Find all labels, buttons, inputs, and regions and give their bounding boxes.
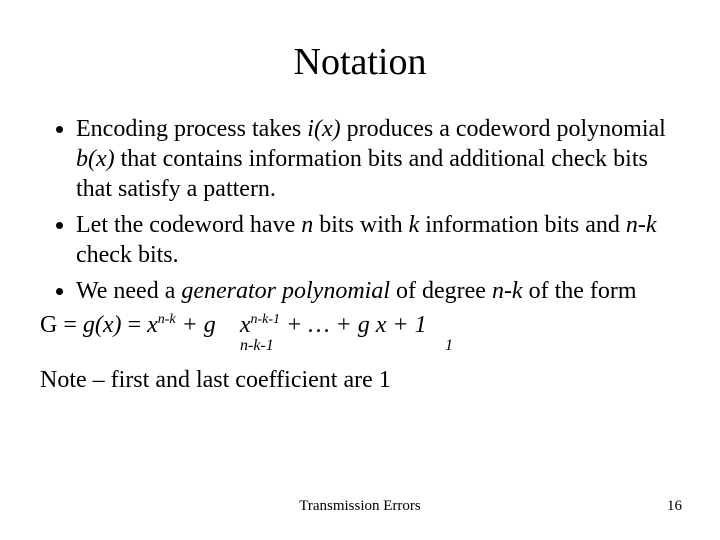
- eq-eq: =: [122, 312, 148, 338]
- equation-subscripts: n-k-1 1: [40, 339, 680, 361]
- slide: Notation Encoding process takes i(x) pro…: [0, 0, 720, 540]
- note-text: Note – first and last coefficient are 1: [40, 367, 680, 394]
- page-number: 16: [667, 498, 682, 515]
- footer-center-text: Transmission Errors: [0, 498, 720, 515]
- bullet-text: We need a generator polynomial of degree…: [76, 278, 637, 304]
- bullet-list: Encoding process takes i(x) produces a c…: [40, 114, 680, 306]
- eq-x2: x: [240, 312, 251, 338]
- bullet-item: Encoding process takes i(x) produces a c…: [76, 114, 680, 204]
- eq-exp2: n-k-1: [250, 312, 280, 327]
- eq-exp1: n-k: [158, 312, 176, 327]
- bullet-item: We need a generator polynomial of degree…: [76, 276, 680, 306]
- eq-x3: x + 1: [376, 312, 427, 338]
- bullet-item: Let the codeword have n bits with k info…: [76, 210, 680, 270]
- slide-title: Notation: [40, 40, 680, 84]
- eq-plus1: + g: [176, 312, 216, 338]
- bullet-text: Let the codeword have n bits with k info…: [76, 212, 657, 268]
- generator-equation: G = g(x) = xn-k + g xn-k-1 + … + g x + 1: [40, 312, 680, 339]
- bullet-text: Encoding process takes i(x) produces a c…: [76, 116, 666, 202]
- eq-plus2: + … + g: [280, 312, 376, 338]
- eq-gx: g(x): [83, 312, 122, 338]
- slide-footer: Transmission Errors 16: [0, 498, 720, 518]
- eq-x1: x: [147, 312, 158, 338]
- eq-sub1: n-k-1: [240, 337, 274, 355]
- eq-sub2: 1: [445, 337, 453, 355]
- eq-lhs: G =: [40, 312, 83, 338]
- eq-gap1: [216, 312, 240, 338]
